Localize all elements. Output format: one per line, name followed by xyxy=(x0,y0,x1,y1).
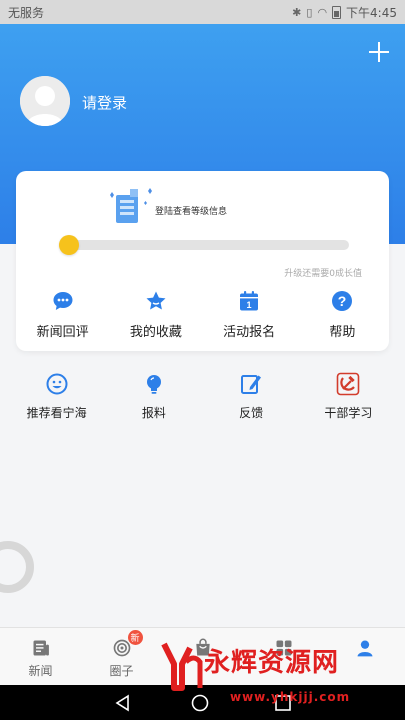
carrier-label: 无服务 xyxy=(8,5,45,20)
status-bar: 无服务 ✱ ▯ ◠ 下午4:45 xyxy=(0,0,405,24)
my-favorites-button[interactable]: 我的收藏 xyxy=(109,289,202,340)
hammer-sickle-icon xyxy=(337,372,360,396)
svg-text:?: ? xyxy=(338,293,347,309)
smile-face-icon xyxy=(46,373,68,395)
plus-icon[interactable] xyxy=(367,40,391,64)
calendar-icon: 1 xyxy=(240,291,259,311)
back-icon[interactable] xyxy=(114,694,132,712)
bluetooth-icon: ✱ xyxy=(292,5,302,19)
wifi-icon: ◠ xyxy=(317,5,328,19)
tab-news[interactable]: 新闻 xyxy=(0,628,81,686)
upgrade-note: 升级还需要0成长值 xyxy=(284,269,362,279)
help-icon: ? xyxy=(332,291,353,311)
tab-label: 圈子 xyxy=(109,664,134,678)
watermark-logo-icon xyxy=(161,642,203,691)
quick-links-row: 推荐看宁海 报料 反馈 干部学习 xyxy=(0,372,405,421)
status-time: 下午4:45 xyxy=(346,5,397,20)
event-signup-button[interactable]: 1 活动报名 xyxy=(203,289,296,340)
floating-action-handle[interactable] xyxy=(0,541,34,593)
quick-link-label: 干部学习 xyxy=(324,406,373,420)
cadre-study-button[interactable]: 干部学习 xyxy=(300,372,397,421)
news-icon xyxy=(33,640,49,656)
action-label: 活动报名 xyxy=(223,325,276,340)
watermark: 永辉资源网 www.yhkjjj.com xyxy=(160,640,405,720)
action-label: 帮助 xyxy=(329,325,356,340)
progress-knob xyxy=(59,235,79,255)
status-icons: ✱ ▯ ◠ 下午4:45 xyxy=(292,4,397,21)
card-actions: 新闻回评 我的收藏 1 活动报名 ? 帮助 xyxy=(16,289,389,340)
feedback-button[interactable]: 反馈 xyxy=(203,372,300,421)
quick-link-label: 报料 xyxy=(141,406,166,420)
action-label: 我的收藏 xyxy=(129,325,182,340)
tab-label: 新闻 xyxy=(28,664,53,678)
member-card: 登陆查看等级信息 升级还需要0成长值 新闻回评 我的收藏 1 活动报名 ? 帮助 xyxy=(16,171,389,351)
growth-progress-bar xyxy=(59,235,349,255)
battery-icon xyxy=(332,5,342,19)
lightbulb-icon xyxy=(146,375,161,394)
action-label: 新闻回评 xyxy=(36,325,89,340)
level-hint: 登陆查看等级信息 xyxy=(155,207,228,217)
new-badge: 新 xyxy=(127,630,143,645)
tab-circle[interactable]: 新 圈子 xyxy=(81,628,162,686)
watermark-title: 永辉资源网 xyxy=(204,648,340,678)
vibrate-icon: ▯ xyxy=(306,5,313,19)
help-button[interactable]: ? 帮助 xyxy=(296,289,389,340)
recommend-ninghai-button[interactable]: 推荐看宁海 xyxy=(8,372,105,421)
quick-link-label: 反馈 xyxy=(239,406,264,420)
svg-text:1: 1 xyxy=(247,300,252,310)
star-icon xyxy=(146,291,166,310)
tip-off-button[interactable]: 报料 xyxy=(105,372,202,421)
watermark-url: www.yhkjjj.com xyxy=(230,690,351,704)
quick-link-label: 推荐看宁海 xyxy=(26,406,87,420)
default-avatar-icon xyxy=(20,76,70,126)
news-comments-button[interactable]: 新闻回评 xyxy=(16,289,109,340)
pencil-edit-icon xyxy=(241,375,262,394)
login-link[interactable]: 请登录 xyxy=(82,92,127,113)
chat-bubble-icon xyxy=(53,292,73,310)
avatar[interactable] xyxy=(20,76,70,126)
